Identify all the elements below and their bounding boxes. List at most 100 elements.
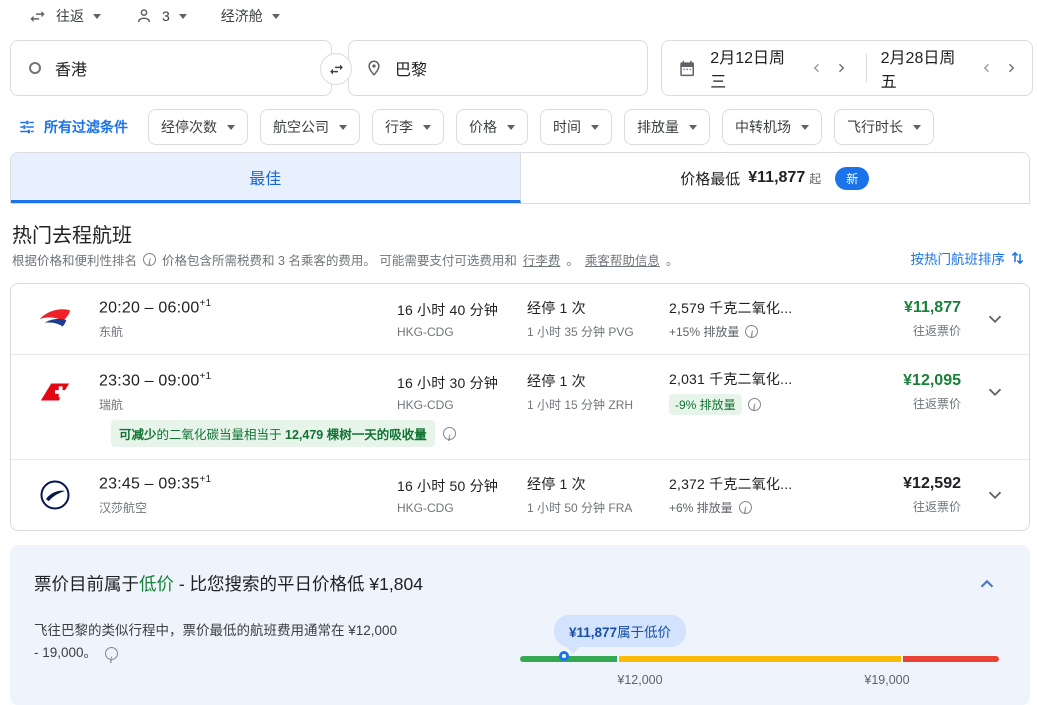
chevron-down-icon	[507, 125, 515, 130]
chevron-left-icon	[981, 62, 993, 74]
duration: 16 小时 40 分钟	[397, 300, 527, 320]
cabin-class-selector[interactable]: 经济舱	[221, 6, 280, 26]
info-icon[interactable]	[143, 253, 156, 266]
tab-cheapest-label: 价格最低	[680, 168, 740, 189]
chip-label: 经停次数	[161, 117, 217, 137]
co2-amount: 2,031 千克二氧化...	[669, 369, 865, 389]
expand-flight-button[interactable]	[961, 308, 1029, 330]
tab-best[interactable]: 最佳	[11, 153, 521, 203]
tab-best-label: 最佳	[249, 165, 281, 189]
swiss-logo-icon	[11, 380, 99, 404]
depart-next-day-button[interactable]	[830, 57, 852, 79]
passengers-selector[interactable]: 3	[135, 7, 187, 25]
tooltip-rest: 属于低价	[617, 625, 671, 640]
chevron-up-icon	[976, 573, 998, 595]
chevron-right-icon	[1005, 62, 1017, 74]
tab-cheapest-price: ¥11,877	[748, 169, 805, 187]
all-filters-button[interactable]: 所有过滤条件	[18, 117, 128, 137]
stops-cell: 经停 1 次 1 小时 35 分钟 PVG	[527, 298, 669, 340]
chevron-down-icon	[227, 125, 235, 130]
destination-field[interactable]: 巴黎	[348, 40, 648, 96]
price-cell: ¥11,877 往返票价	[865, 299, 961, 339]
price-history-gauge: ¥11,877属于低价 ¥12,000 ¥19,000	[520, 613, 1020, 697]
stops: 经停 1 次	[527, 474, 669, 494]
return-date[interactable]: 2月28日周五	[881, 44, 968, 92]
info-icon[interactable]	[105, 647, 118, 660]
sort-by-label: 按热门航班排序	[911, 248, 1006, 268]
chevron-left-icon	[811, 62, 823, 74]
route: HKG-CDG	[397, 501, 527, 515]
swap-locations-button[interactable]	[320, 53, 352, 85]
info-icon[interactable]	[748, 398, 761, 411]
sort-arrows-icon	[1010, 250, 1025, 266]
filter-chip-connecting-airports[interactable]: 中转机场	[722, 109, 822, 145]
origin-field[interactable]: 香港	[10, 40, 332, 96]
tune-icon	[18, 118, 36, 136]
duration-cell: 16 小时 30 分钟 HKG-CDG	[397, 373, 527, 412]
chevron-down-icon	[591, 125, 599, 130]
chip-label: 价格	[469, 117, 497, 137]
flight-results-list: 20:20 – 06:00+1 东航 16 小时 40 分钟 HKG-CDG 经…	[10, 283, 1030, 531]
co2-amount: 2,372 千克二氧化...	[669, 474, 865, 494]
tooltip-price: ¥11,877	[569, 625, 617, 640]
price: ¥11,877	[865, 299, 961, 317]
depart-prev-day-button[interactable]	[806, 57, 828, 79]
route: HKG-CDG	[397, 398, 527, 412]
emissions-delta: +15% 排放量	[669, 323, 739, 340]
return-next-day-button[interactable]	[1000, 57, 1022, 79]
range-low-label: ¥12,000	[617, 673, 662, 687]
current-price-tooltip: ¥11,877属于低价	[554, 615, 686, 647]
trip-type-label: 往返	[56, 6, 84, 26]
tab-cheapest[interactable]: 价格最低 ¥11,877 起 新	[521, 153, 1030, 203]
duration: 16 小时 30 分钟	[397, 373, 527, 393]
chevron-down-icon	[913, 125, 921, 130]
filter-chip-duration[interactable]: 飞行时长	[834, 109, 934, 145]
chevron-down-icon	[272, 14, 280, 19]
chip-label: 航空公司	[273, 117, 329, 137]
return-prev-day-button[interactable]	[976, 57, 998, 79]
airline-name: 瑞航	[99, 396, 397, 413]
collapse-panel-button[interactable]	[976, 573, 998, 600]
info-icon[interactable]	[443, 427, 456, 440]
flight-times: 23:30 – 09:00+1	[99, 371, 397, 390]
emissions-cell: 2,031 千克二氧化... -9% 排放量	[669, 369, 865, 415]
swap-horiz-icon	[28, 7, 47, 26]
current-price-marker[interactable]	[559, 651, 569, 661]
chip-label: 飞行时长	[847, 117, 903, 137]
tab-cheapest-suffix: 起	[809, 170, 821, 187]
chevron-down-icon	[179, 14, 187, 19]
chip-label: 排放量	[637, 117, 679, 137]
baggage-fees-link[interactable]: 行李费	[523, 250, 561, 269]
flight-row-swiss[interactable]: 23:30 – 09:00+1 瑞航 16 小时 30 分钟 HKG-CDG 经…	[11, 354, 1029, 459]
trip-type-selector[interactable]: 往返	[28, 6, 101, 26]
filter-chip-bags[interactable]: 行李	[372, 109, 444, 145]
filter-chip-times[interactable]: 时间	[540, 109, 612, 145]
flight-row-lufthansa[interactable]: 23:45 – 09:35+1 汉莎航空 16 小时 50 分钟 HKG-CDG…	[11, 459, 1029, 530]
info-icon[interactable]	[739, 501, 752, 514]
price-cell: ¥12,592 往返票价	[865, 475, 961, 515]
duration-cell: 16 小时 50 分钟 HKG-CDG	[397, 476, 527, 515]
info-icon[interactable]	[745, 325, 758, 338]
emissions-delta: -9% 排放量	[669, 394, 742, 415]
price-cell: ¥12,095 往返票价	[865, 372, 961, 412]
emissions-cell: 2,579 千克二氧化... +15% 排放量	[669, 298, 865, 340]
depart-date[interactable]: 2月12日周三	[710, 44, 797, 92]
expand-flight-button[interactable]	[961, 484, 1029, 506]
swap-arrows-icon	[328, 61, 345, 78]
body-line1: 飞往巴黎的类似行程中，票价最低的航班费用通常在 ¥12,000	[34, 620, 502, 642]
filter-chip-airlines[interactable]: 航空公司	[260, 109, 360, 145]
flight-row-china-eastern[interactable]: 20:20 – 06:00+1 东航 16 小时 40 分钟 HKG-CDG 经…	[11, 284, 1029, 354]
chevron-down-icon	[984, 381, 1006, 403]
chevron-down-icon	[689, 125, 697, 130]
passenger-assistance-link[interactable]: 乘客帮助信息	[585, 250, 660, 269]
fare-type: 往返票价	[865, 322, 961, 339]
filter-chip-price[interactable]: 价格	[456, 109, 528, 145]
flight-times-cell: 23:30 – 09:00+1 瑞航	[99, 371, 397, 412]
rank-note: 根据价格和便利性排名	[12, 250, 137, 269]
airline-name: 汉莎航空	[99, 499, 397, 516]
filter-chip-emissions[interactable]: 排放量	[624, 109, 710, 145]
sort-by-link[interactable]: 按热门航班排序	[911, 248, 1026, 268]
flight-times: 20:20 – 06:00+1	[99, 298, 397, 317]
expand-flight-button[interactable]	[961, 381, 1029, 403]
filter-chip-stops[interactable]: 经停次数	[148, 109, 248, 145]
